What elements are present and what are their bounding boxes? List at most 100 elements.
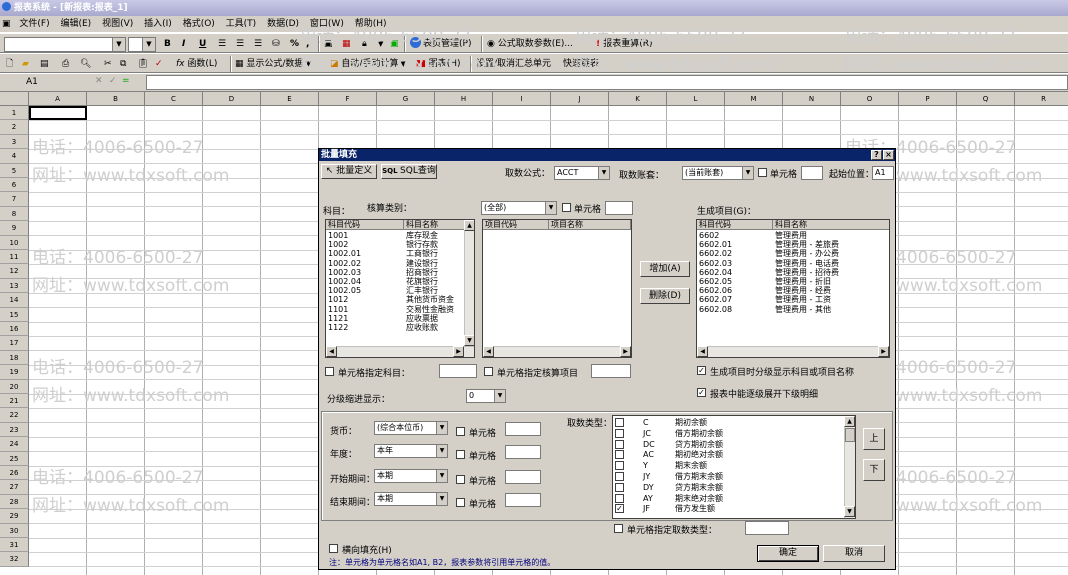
column-header[interactable]: C xyxy=(145,92,203,106)
row-header[interactable]: 1 xyxy=(0,106,29,121)
start-period-cell-checkbox[interactable] xyxy=(456,475,465,484)
lock-icon[interactable]: 🔒︎ xyxy=(362,37,367,51)
scroll-down-icon[interactable]: ▼ xyxy=(464,335,474,346)
row-header[interactable]: 6 xyxy=(0,178,29,193)
tab-sql-query[interactable]: SQL SQL查询 xyxy=(381,164,437,179)
row-header[interactable]: 17 xyxy=(0,336,29,351)
fetch-type-vscrollbar[interactable]: ▲ ▼ xyxy=(844,416,855,518)
save-icon[interactable]: ▤ xyxy=(40,57,49,71)
currency-icon[interactable]: ⛁ xyxy=(272,37,280,51)
row-header[interactable]: 32 xyxy=(0,552,29,567)
confirm-icon[interactable]: ✓ xyxy=(109,76,117,86)
open-folder-icon[interactable]: ▰ xyxy=(22,57,29,71)
scroll-right-icon[interactable]: ▶ xyxy=(453,346,464,357)
fetch-book-select[interactable]: (当前账套) ▼ xyxy=(682,166,754,180)
menu-help[interactable]: 帮助(H) xyxy=(351,16,391,32)
fetch-type-checkbox[interactable] xyxy=(615,428,624,438)
quick-link-button[interactable]: 快速链表 xyxy=(563,57,599,71)
column-header[interactable]: D xyxy=(203,92,261,106)
row-header[interactable]: 13 xyxy=(0,278,29,294)
formula-param-button[interactable]: ◉ 公式取数参数(E)... xyxy=(487,37,573,51)
menu-tools[interactable]: 工具(T) xyxy=(222,16,261,32)
start-period-cell-input[interactable] xyxy=(505,470,541,484)
column-header[interactable]: B xyxy=(87,92,145,106)
menu-insert[interactable]: 插入(I) xyxy=(140,16,176,32)
table-mgmt-button[interactable]: 表页管理(P) xyxy=(410,37,471,51)
fetch-type-checkbox[interactable] xyxy=(615,482,624,492)
active-cell[interactable] xyxy=(29,106,87,120)
ok-button[interactable]: 确定 xyxy=(757,545,819,562)
row-header[interactable]: 15 xyxy=(0,307,29,322)
row-header[interactable]: 12 xyxy=(0,264,29,279)
scroll-up-icon[interactable]: ▲ xyxy=(464,220,474,231)
start-period-select[interactable]: 本期 ▼ xyxy=(374,469,448,483)
book-cell-input[interactable] xyxy=(801,166,823,180)
print-icon[interactable]: ⎙ xyxy=(62,57,69,71)
cancel-button[interactable]: 取消 xyxy=(823,545,885,562)
column-header[interactable]: J xyxy=(551,92,609,106)
fetch-type-checkbox[interactable] xyxy=(615,493,624,503)
row-header[interactable]: 31 xyxy=(0,538,29,553)
recalc-button[interactable]: ! 报表重算(R) xyxy=(596,37,653,51)
menu-file[interactable]: 文件(F) xyxy=(15,16,53,32)
delete-button[interactable]: 删除(D) xyxy=(640,288,690,304)
copy-icon[interactable]: ⧉ xyxy=(120,57,126,71)
scroll-up-icon[interactable]: ▲ xyxy=(844,416,855,427)
year-select[interactable]: 本年 ▼ xyxy=(374,444,448,458)
column-header[interactable]: Q xyxy=(957,92,1015,106)
menu-format[interactable]: 格式(O) xyxy=(179,16,219,32)
dropdown-arrow-icon[interactable]: ▼ xyxy=(378,37,383,51)
column-header[interactable]: P xyxy=(899,92,957,106)
add-button[interactable]: 增加(A) xyxy=(640,261,690,277)
align-left-icon[interactable]: ☰ xyxy=(218,37,226,51)
scroll-right-icon[interactable]: ▶ xyxy=(878,346,889,357)
project-hscrollbar[interactable]: ◀ ▶ xyxy=(483,346,631,357)
calc-cell-checkbox[interactable] xyxy=(562,203,571,212)
chart-button[interactable]: ▮▮ 图表(H) xyxy=(416,57,461,71)
underline-button[interactable]: U xyxy=(199,37,206,51)
book-cell-checkbox[interactable] xyxy=(758,168,767,177)
transpose-checkbox[interactable] xyxy=(329,544,338,553)
row-header[interactable]: 11 xyxy=(0,250,29,265)
cell-project-checkbox[interactable] xyxy=(484,367,493,376)
menu-view[interactable]: 视图(V) xyxy=(98,16,137,32)
row-header[interactable]: 18 xyxy=(0,350,29,366)
row-header[interactable]: 22 xyxy=(0,408,29,423)
cancel-icon[interactable]: ✕ xyxy=(95,76,103,86)
row-header[interactable]: 2 xyxy=(0,120,29,135)
gen-hierarchy-checkbox[interactable]: ✓ xyxy=(697,366,706,375)
tab-batch-define[interactable]: ↖ 批量定义 xyxy=(321,164,377,179)
scroll-thumb[interactable] xyxy=(845,428,855,442)
merge-icon[interactable]: ▣ xyxy=(324,37,333,51)
row-header[interactable]: 7 xyxy=(0,192,29,207)
fetch-type-checkbox[interactable] xyxy=(615,418,624,427)
level-select[interactable]: 0 ▼ xyxy=(466,389,506,403)
row-header[interactable]: 16 xyxy=(0,322,29,337)
cell-fetch-type-input[interactable] xyxy=(745,521,789,535)
row-header[interactable]: 26 xyxy=(0,466,29,481)
select-all-corner[interactable] xyxy=(0,92,29,106)
cell-fetch-type-checkbox[interactable] xyxy=(614,524,623,533)
row-header[interactable]: 20 xyxy=(0,379,29,394)
border-icon[interactable]: ▦ xyxy=(342,37,351,51)
fetch-type-checkbox[interactable]: ✓ xyxy=(615,504,624,514)
set-summary-button[interactable]: 设置/取消汇总单元 xyxy=(476,57,551,71)
row-header[interactable]: 28 xyxy=(0,494,29,510)
column-header[interactable]: N xyxy=(783,92,841,106)
fetch-type-checkbox[interactable] xyxy=(615,439,624,449)
row-header[interactable]: 23 xyxy=(0,422,29,438)
expand-detail-checkbox[interactable]: ✓ xyxy=(697,388,706,397)
format-painter-icon[interactable]: ✓ xyxy=(155,57,163,71)
cell-color-icon[interactable]: ▣ xyxy=(390,37,399,51)
column-header[interactable]: R xyxy=(1015,92,1068,106)
column-header[interactable]: H xyxy=(435,92,493,106)
fetch-type-checkbox[interactable] xyxy=(615,450,624,460)
paste-icon[interactable]: 📋︎ xyxy=(137,57,148,71)
currency-cell-input[interactable] xyxy=(505,422,541,436)
row-header[interactable]: 24 xyxy=(0,437,29,452)
row-header[interactable]: 14 xyxy=(0,293,29,308)
fetch-type-list[interactable]: C 期初余额 JC 借方期初余额 DC 贷方期初余额 AC 期初绝对余额 Y 期末余额 JY 借方期末… xyxy=(612,415,856,519)
bold-button[interactable]: B xyxy=(164,37,171,51)
function-button[interactable]: fx 函数(L) xyxy=(176,57,217,71)
fetch-formula-select[interactable]: ACCT ▼ xyxy=(554,166,610,180)
